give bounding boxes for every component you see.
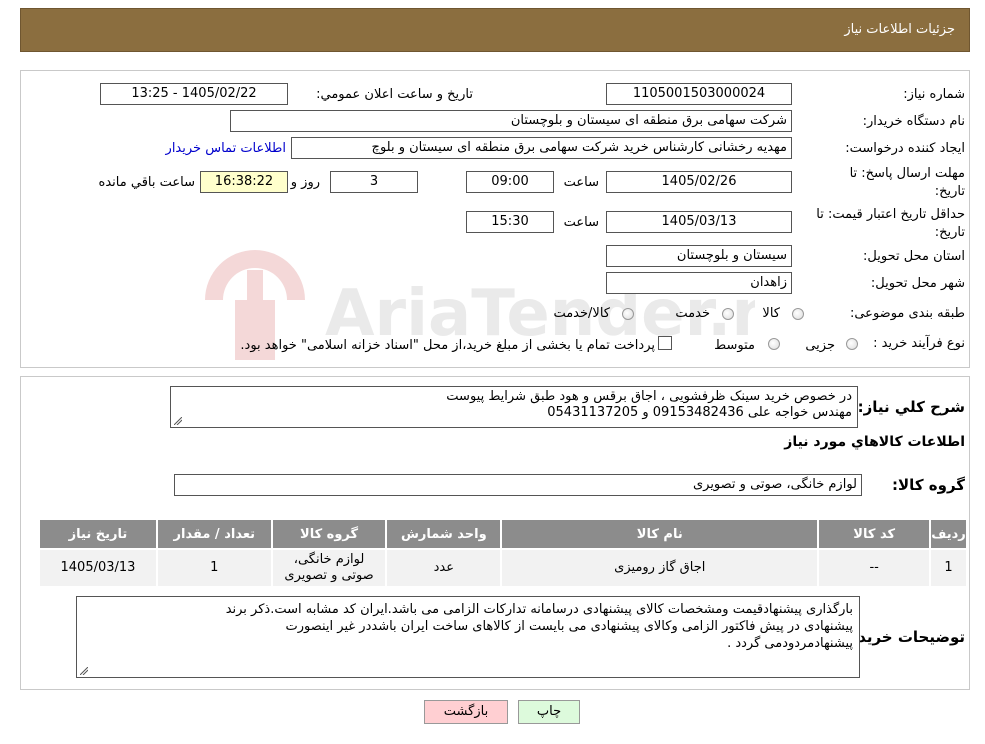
price-validity-label-line2: تاریخ:	[934, 225, 965, 240]
cell-group-line-1: لوازم خانگی،	[293, 552, 365, 567]
description-line-1: در خصوص خرید سینک ظرفشویی ، اجاق برقس و …	[446, 389, 852, 404]
city-label: شهر محل تحویل:	[870, 276, 965, 291]
requester-field: مهدیه رخشانی کارشناس خرید شرکت سهامی برق…	[291, 137, 792, 159]
city-field: زاهدان	[606, 272, 792, 294]
cell-row: 1	[929, 548, 968, 588]
price-validity-time-label: ساعت	[563, 215, 599, 230]
cell-group: لوازم خانگی، صوتی و تصویری	[270, 548, 388, 588]
treasury-payment-note: پرداخت تمام یا بخشی از مبلغ خرید،از محل …	[240, 338, 655, 353]
purchase-type-minor-label: جزیی	[805, 338, 835, 353]
col-header-date: تاریخ نیاز	[38, 518, 158, 550]
deadline-time-label: ساعت	[563, 175, 599, 190]
table-row: 1 -- اجاق گاز رومیزی عدد لوازم خانگی، صو…	[38, 548, 968, 588]
table-header-row: ردیف کد کالا نام کالا واحد شمارش گروه کا…	[38, 518, 968, 550]
cell-date: 1405/03/13	[38, 548, 158, 588]
category-goods-radio[interactable]	[792, 308, 804, 320]
deadline-label-line1: مهلت ارسال پاسخ: تا	[849, 166, 965, 181]
category-goods-service-label: کالا/خدمت	[553, 306, 610, 321]
category-goods-label: کالا	[762, 306, 780, 321]
price-validity-time-field: 15:30	[466, 211, 554, 233]
cell-code: --	[817, 548, 932, 588]
col-header-unit: واحد شمارش	[385, 518, 503, 550]
remaining-time-label: ساعت باقي مانده	[98, 175, 195, 190]
col-header-name: نام کالا	[500, 518, 820, 550]
announce-datetime-field: 1405/02/22 - 13:25	[100, 83, 288, 105]
category-service-radio[interactable]	[722, 308, 734, 320]
province-field: سیستان و بلوچستان	[606, 245, 792, 267]
items-table: ردیف کد کالا نام کالا واحد شمارش گروه کا…	[38, 518, 968, 588]
deadline-label-line2: تاریخ:	[934, 184, 965, 199]
price-validity-label-line1: حداقل تاریخ اعتبار قیمت: تا	[816, 207, 965, 222]
remaining-days-field: 3	[330, 171, 418, 193]
col-header-code: کد کالا	[817, 518, 932, 550]
page-header: جزئیات اطلاعات نیاز	[20, 8, 970, 52]
category-goods-service-radio[interactable]	[622, 308, 634, 320]
purchase-type-label: نوع فرآیند خرید :	[873, 336, 965, 351]
buyer-notes-line-3: پیشنهادمردودمی گردد .	[727, 636, 853, 651]
deadline-time-field: 09:00	[466, 171, 554, 193]
resize-grip-icon[interactable]	[80, 667, 88, 675]
cell-qty: 1	[155, 548, 273, 588]
need-number-field: 1105001503000024	[606, 83, 792, 105]
description-line-2: مهندس خواجه علی 09153482436 و 0543113720…	[547, 405, 852, 420]
cell-group-line-2: صوتی و تصویری	[284, 568, 374, 583]
purchase-type-medium-radio[interactable]	[768, 338, 780, 350]
remaining-days-label: روز و	[290, 175, 320, 190]
buyer-notes-line-1: بارگذاری پیشنهادقیمت ومشخصات کالای پیشنه…	[225, 602, 853, 617]
col-header-group: گروه کالا	[270, 518, 388, 550]
print-button[interactable]: چاپ	[518, 700, 580, 724]
goods-group-field: لوازم خانگی، صوتی و تصویری	[174, 474, 862, 496]
remaining-time-field: 16:38:22	[200, 171, 288, 193]
deadline-date-field: 1405/02/26	[606, 171, 792, 193]
goods-group-label: گروه کالا:	[892, 476, 965, 494]
resize-grip-icon[interactable]	[174, 417, 182, 425]
buyer-contact-link[interactable]: اطلاعات تماس خریدار	[166, 141, 286, 156]
buyer-notes-textarea: بارگذاری پیشنهادقیمت ومشخصات کالای پیشنه…	[76, 596, 860, 678]
page-title: جزئیات اطلاعات نیاز	[844, 22, 955, 37]
category-service-label: خدمت	[675, 306, 710, 321]
treasury-payment-checkbox[interactable]	[658, 336, 672, 350]
back-button[interactable]: بازگشت	[424, 700, 508, 724]
price-validity-date-field: 1405/03/13	[606, 211, 792, 233]
col-header-row: ردیف	[929, 518, 968, 550]
province-label: استان محل تحویل:	[863, 249, 965, 264]
goods-section-title: اطلاعات کالاهاي مورد نیاز	[784, 434, 965, 450]
cell-unit: عدد	[385, 548, 503, 588]
purchase-type-medium-label: متوسط	[714, 338, 755, 353]
col-header-qty: تعداد / مقدار	[155, 518, 273, 550]
buyer-org-label: نام دستگاه خریدار:	[862, 114, 965, 129]
announce-datetime-label: تاریخ و ساعت اعلان عمومي:	[316, 87, 473, 102]
category-label: طبقه بندی موضوعی:	[849, 306, 965, 321]
buyer-notes-line-2: پیشنهادی در پیش فاکتور الزامی وکالای پیش…	[285, 619, 853, 634]
need-number-label: شماره نیاز:	[903, 87, 965, 102]
buyer-org-field: شرکت سهامی برق منطقه ای سیستان و بلوچستا…	[230, 110, 792, 132]
cell-name: اجاق گاز رومیزی	[500, 548, 820, 588]
description-label: شرح کلي نیاز:	[857, 398, 965, 416]
description-textarea: در خصوص خرید سینک ظرفشویی ، اجاق برقس و …	[170, 386, 858, 428]
requester-label: ایجاد کننده درخواست:	[845, 141, 965, 156]
purchase-type-minor-radio[interactable]	[846, 338, 858, 350]
